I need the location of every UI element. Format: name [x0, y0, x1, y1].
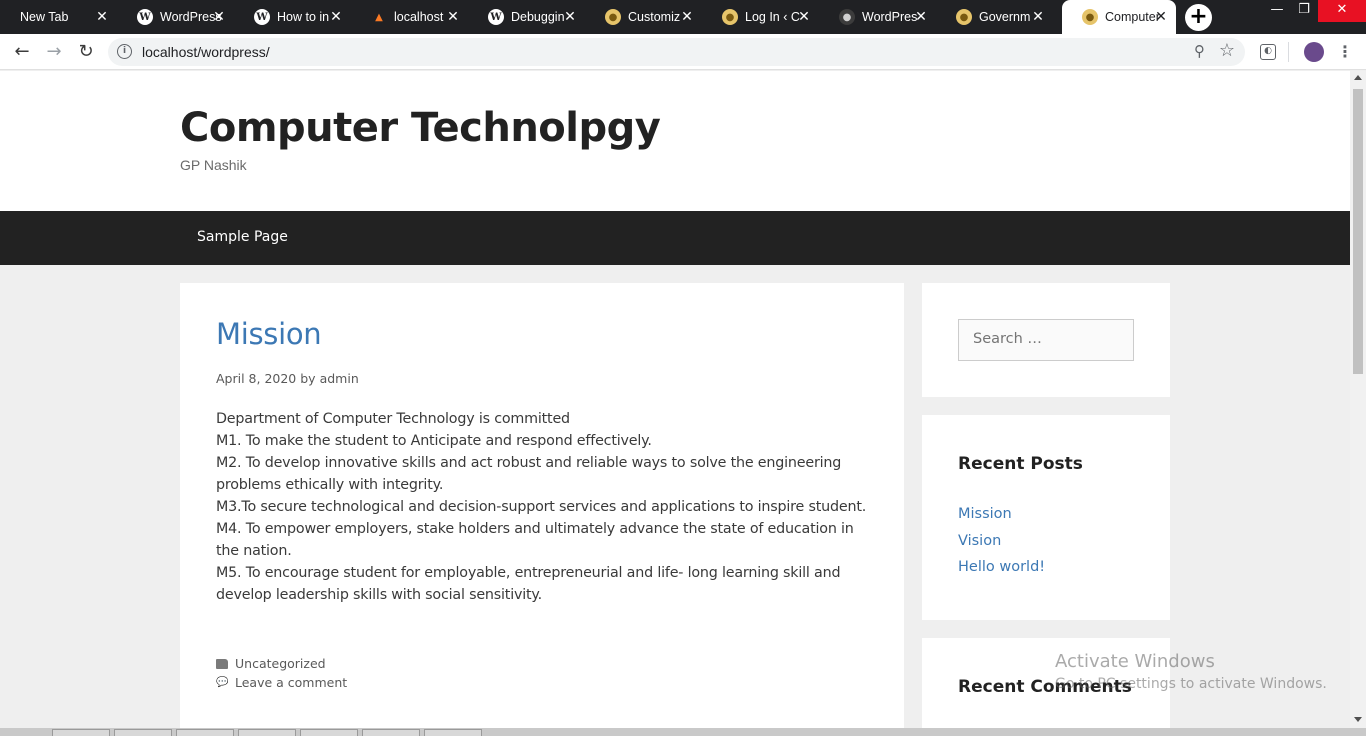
url-text[interactable]: localhost/wordpress/ [142, 44, 270, 60]
tab-close-icon[interactable]: ✕ [797, 9, 811, 25]
nav-item-sample-page[interactable]: Sample Page [197, 229, 288, 245]
github-icon: ● [839, 9, 855, 25]
post-paragraph: Department of Computer Technology is com… [216, 411, 570, 427]
tab-close-icon[interactable]: ✕ [1031, 9, 1045, 25]
xampp-icon: ▲ [375, 11, 383, 23]
search-input[interactable]: Search … [958, 319, 1134, 361]
recent-posts-title: Recent Posts [958, 454, 1083, 474]
scrollbar-thumb[interactable] [1353, 89, 1363, 374]
post-title[interactable]: Mission [216, 317, 322, 351]
scroll-down-icon[interactable] [1354, 717, 1362, 722]
zoom-icon[interactable]: ⚲ [1194, 42, 1205, 60]
window-close-icon[interactable]: ✕ [1318, 0, 1366, 22]
taskbar-app-button[interactable] [176, 729, 234, 736]
tab-localhost[interactable]: ▲ localhost ✕ [351, 0, 468, 34]
tab-government[interactable]: ● Governm ✕ [936, 0, 1053, 34]
site-header: Computer Technolpgy GP Nashik [0, 71, 1350, 211]
new-tab-button[interactable]: + [1185, 4, 1212, 31]
tab-close-icon[interactable]: ✕ [212, 9, 226, 25]
recent-post-link[interactable]: Hello world! [958, 559, 1045, 586]
taskbar-chrome-button[interactable] [52, 729, 110, 736]
toolbar-divider [1288, 42, 1289, 62]
tab-close-icon[interactable]: ✕ [329, 9, 343, 25]
tab-how-to[interactable]: W How to in ✕ [234, 0, 351, 34]
recent-posts-widget: Recent Posts Mission Vision Hello world! [922, 415, 1170, 620]
tab-close-icon[interactable]: ✕ [95, 9, 109, 25]
minimize-icon[interactable]: — [1264, 0, 1290, 22]
post-meta: April 8, 2020 by admin [216, 371, 359, 386]
site-description: GP Nashik [180, 157, 247, 173]
post-paragraph: M1. To make the student to Anticipate an… [216, 433, 652, 449]
profile-avatar[interactable] [1304, 42, 1324, 62]
tab-computer-active[interactable]: ● Computer ✕ [1062, 0, 1176, 34]
activate-windows-hint: Go to PC settings to activate Windows. [1055, 676, 1327, 692]
extension-icon[interactable]: ◐ [1260, 44, 1276, 60]
browser-menu-icon[interactable]: ⋮ [1337, 42, 1353, 62]
taskbar-app-button[interactable] [424, 729, 482, 736]
wordpress-icon: W [254, 9, 270, 25]
post-date[interactable]: April 8, 2020 [216, 371, 296, 386]
post-author[interactable]: admin [320, 371, 359, 386]
post-paragraph: M2. To develop innovative skills and act… [216, 455, 842, 493]
back-arrow-icon[interactable]: ← [10, 40, 34, 64]
tab-close-icon[interactable]: ✕ [914, 9, 928, 25]
site-info-icon[interactable]: i [117, 44, 132, 59]
gp-logo-icon: ● [956, 9, 972, 25]
tab-new-tab[interactable]: New Tab ✕ [0, 0, 117, 34]
windows-taskbar [0, 728, 1366, 736]
comment-icon: 💬 [216, 676, 229, 688]
tab-debugging[interactable]: W Debuggin ✕ [468, 0, 585, 34]
tab-wordpress[interactable]: W WordPress ✕ [117, 0, 234, 34]
leave-comment-link[interactable]: Leave a comment [235, 673, 347, 692]
tab-title: New Tab [20, 10, 69, 24]
forward-arrow-icon[interactable]: → [42, 40, 66, 64]
main-navigation: Sample Page [0, 211, 1350, 265]
post-footer: Uncategorized 💬 Leave a comment [216, 654, 347, 692]
gp-logo-icon: ● [605, 9, 621, 25]
gp-logo-icon: ● [1082, 9, 1098, 25]
page-scrollbar[interactable] [1350, 71, 1366, 728]
post-article: Mission April 8, 2020 by admin Departmen… [180, 283, 904, 728]
scroll-up-icon[interactable] [1354, 75, 1362, 80]
taskbar-app-button[interactable] [238, 729, 296, 736]
activate-windows-title: Activate Windows [1055, 651, 1215, 672]
tab-close-icon[interactable]: ✕ [1154, 9, 1168, 25]
tab-strip: New Tab ✕ W WordPress ✕ W How to in ✕ ▲ … [0, 0, 1366, 34]
restore-icon[interactable]: ❐ [1291, 0, 1317, 22]
post-by-label: by [300, 371, 316, 386]
address-bar[interactable]: i localhost/wordpress/ ⚲ ☆ [108, 38, 1245, 66]
taskbar-explorer-button[interactable] [114, 729, 172, 736]
wordpress-icon: W [488, 9, 504, 25]
tab-close-icon[interactable]: ✕ [446, 9, 460, 25]
folder-icon [216, 658, 228, 669]
wordpress-icon: W [137, 9, 153, 25]
post-paragraph: M5. To encourage student for employable,… [216, 565, 841, 603]
recent-posts-list: Mission Vision Hello world! [958, 506, 1045, 586]
post-paragraph: M4. To empower employers, stake holders … [216, 521, 854, 559]
tab-close-icon[interactable]: ✕ [563, 9, 577, 25]
browser-toolbar: ← → ↻ i localhost/wordpress/ ⚲ ☆ [0, 34, 1366, 70]
tab-log-in[interactable]: ● Log In ‹ C ✕ [702, 0, 819, 34]
recent-post-link[interactable]: Mission [958, 506, 1045, 533]
page-viewport: Computer Technolpgy GP Nashik Sample Pag… [0, 71, 1350, 728]
post-category-link[interactable]: Uncategorized [235, 654, 326, 673]
reload-icon[interactable]: ↻ [74, 40, 98, 64]
taskbar-app-button[interactable] [362, 729, 420, 736]
recent-post-link[interactable]: Vision [958, 533, 1045, 560]
bookmark-star-icon[interactable]: ☆ [1219, 40, 1235, 61]
site-title[interactable]: Computer Technolpgy [180, 105, 661, 151]
tab-close-icon[interactable]: ✕ [680, 9, 694, 25]
post-paragraph: M3.To secure technological and decision-… [216, 499, 867, 515]
search-widget: Search … [922, 283, 1170, 397]
taskbar-app-button[interactable] [300, 729, 358, 736]
tab-customize[interactable]: ● Customiz ✕ [585, 0, 702, 34]
tab-wordpress-github[interactable]: ● WordPres ✕ [819, 0, 936, 34]
search-placeholder: Search … [973, 331, 1042, 347]
post-content: Department of Computer Technology is com… [216, 408, 876, 606]
gp-logo-icon: ● [722, 9, 738, 25]
